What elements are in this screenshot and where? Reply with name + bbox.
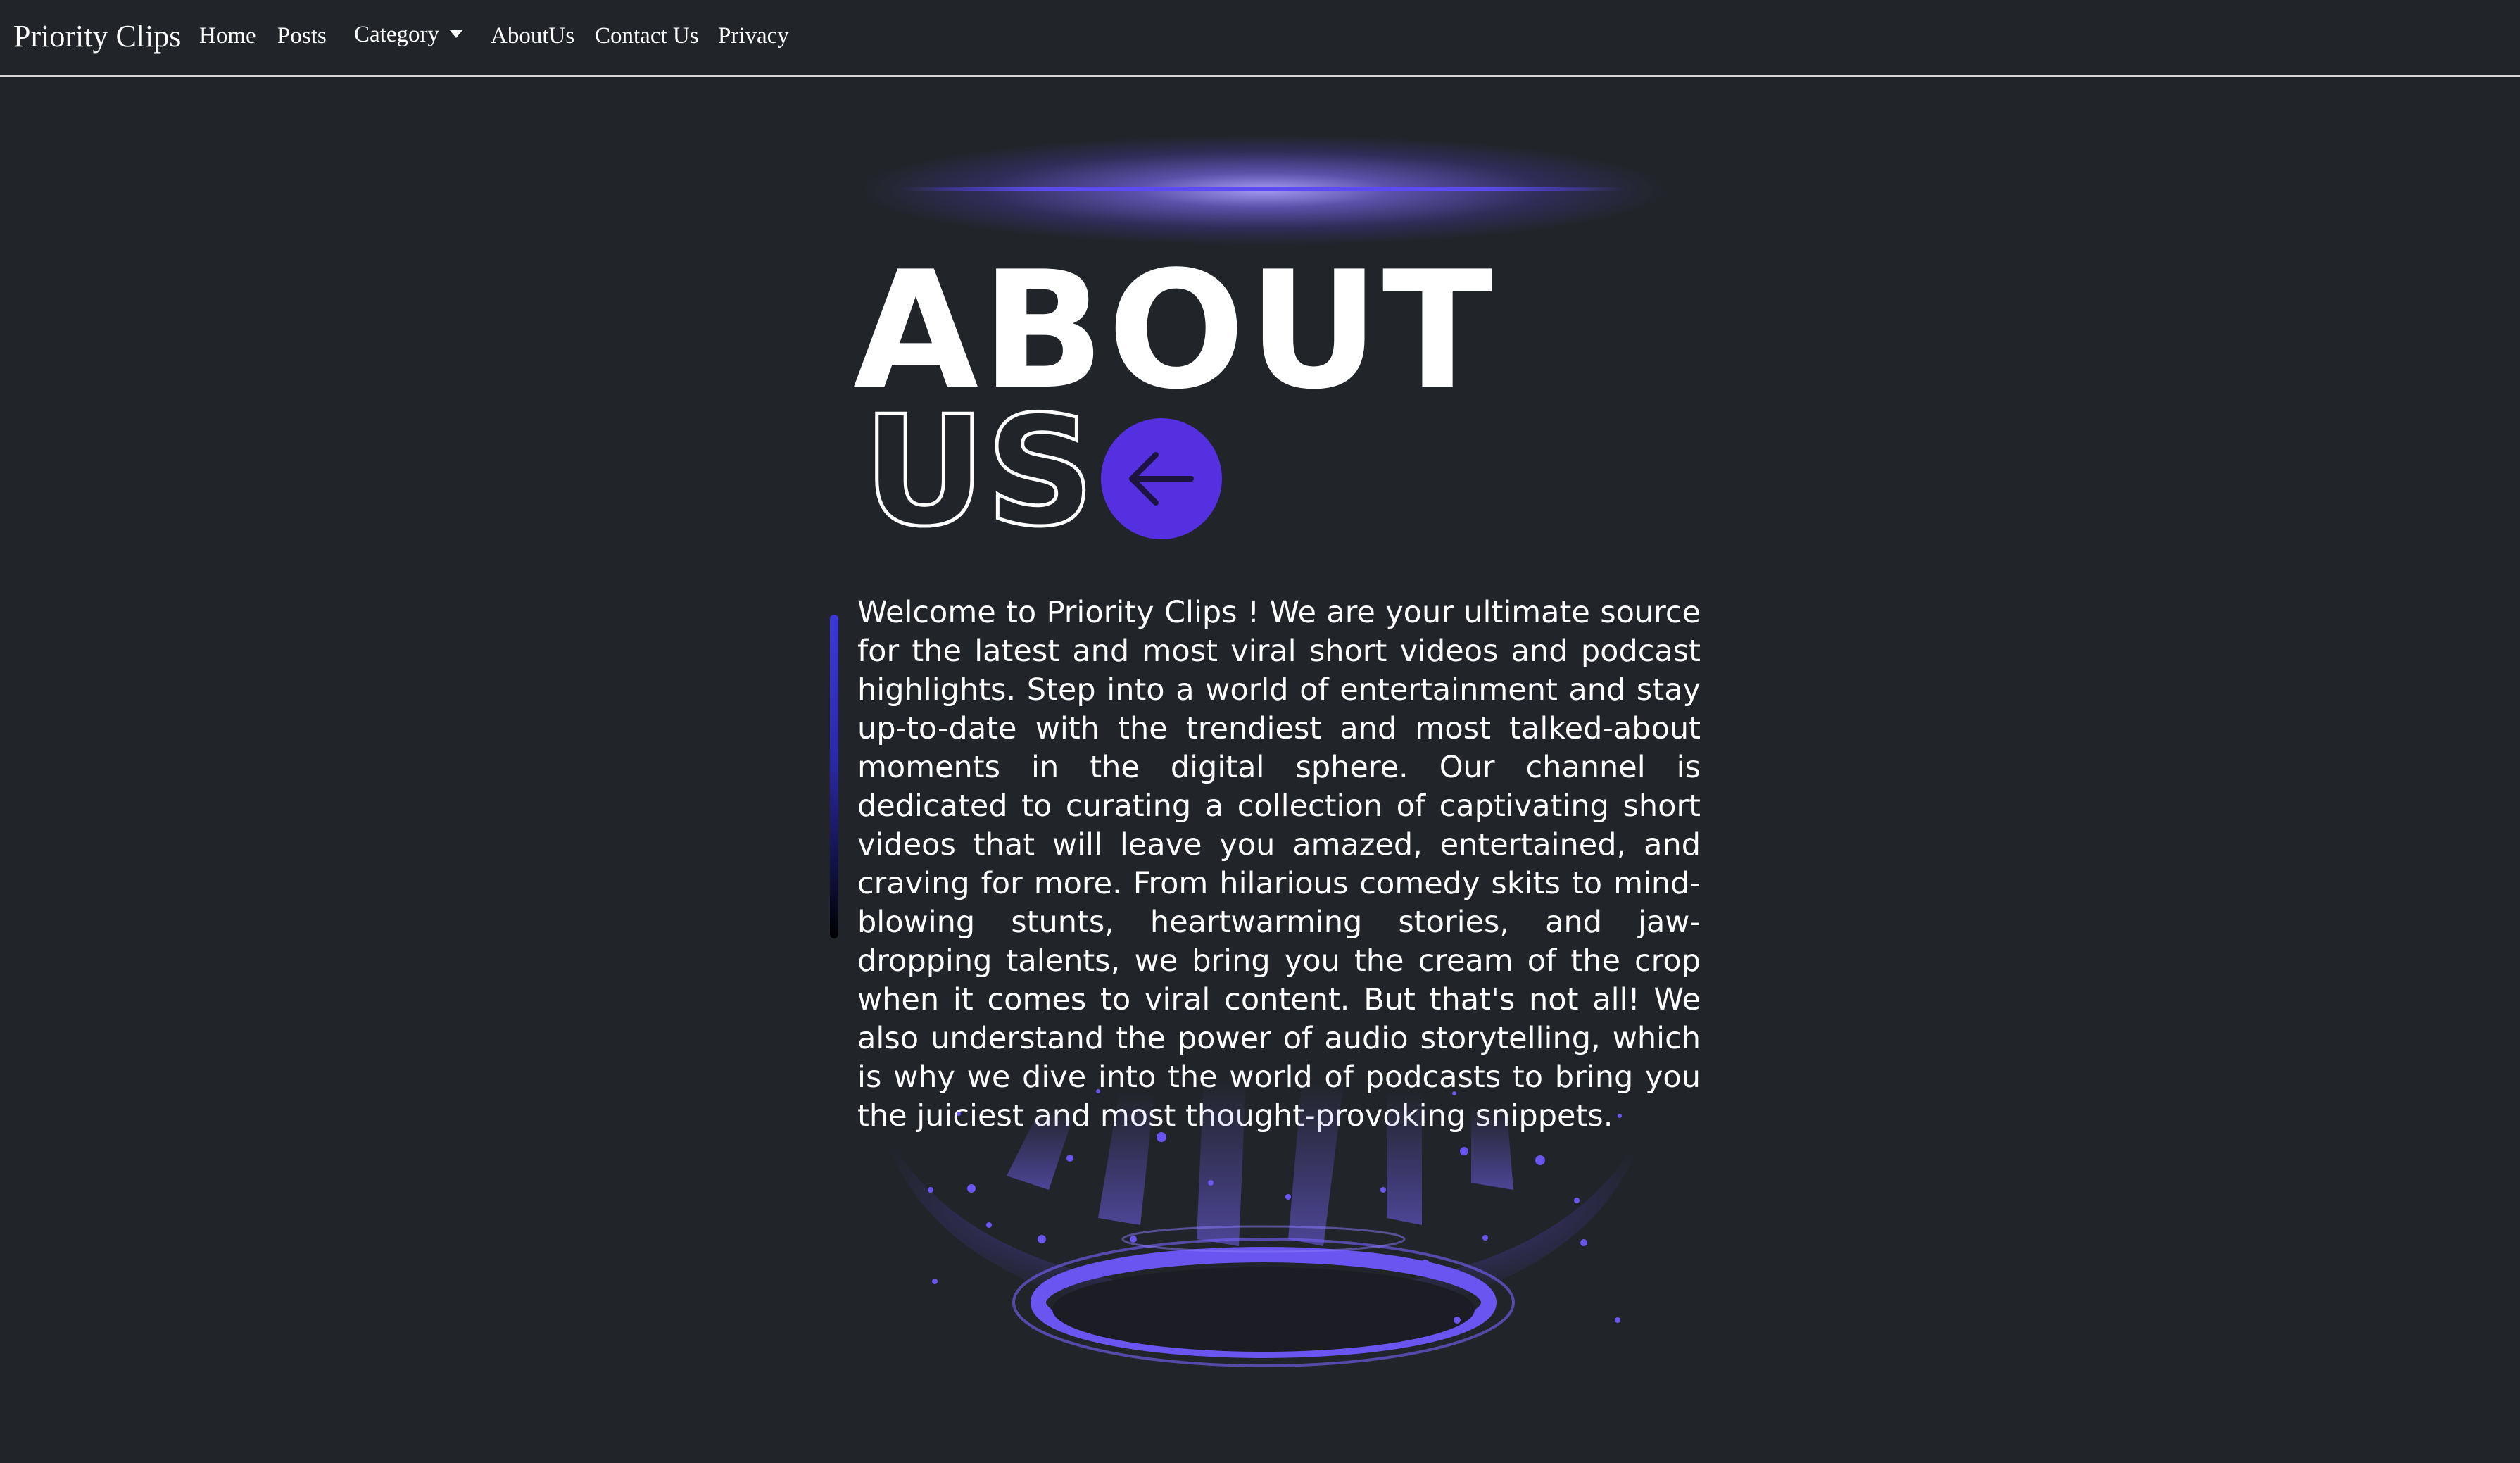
decorative-side-bar bbox=[830, 615, 838, 938]
decorative-glow-line-core bbox=[901, 187, 1626, 191]
nav-link-posts[interactable]: Posts bbox=[277, 23, 327, 49]
nav-link-contact-us[interactable]: Contact Us bbox=[595, 23, 699, 49]
page-title-us: US bbox=[861, 383, 1096, 560]
nav-link-home[interactable]: Home bbox=[199, 23, 256, 49]
back-button[interactable] bbox=[1101, 418, 1222, 539]
nav-link-about-us[interactable]: AboutUs bbox=[491, 23, 574, 49]
arrow-left-icon bbox=[1129, 452, 1194, 506]
decorative-portal-illustration bbox=[880, 1077, 1647, 1367]
nav-link-privacy[interactable]: Privacy bbox=[718, 23, 789, 49]
chevron-down-icon bbox=[450, 30, 462, 38]
top-navbar: Priority Clips Home Posts Category About… bbox=[0, 0, 2520, 77]
brand-logo-link[interactable]: Priority Clips bbox=[13, 18, 181, 54]
nav-dropdown-category[interactable]: Category bbox=[354, 22, 439, 48]
about-paragraph: Welcome to Priority Clips ! We are your … bbox=[857, 595, 1701, 1134]
